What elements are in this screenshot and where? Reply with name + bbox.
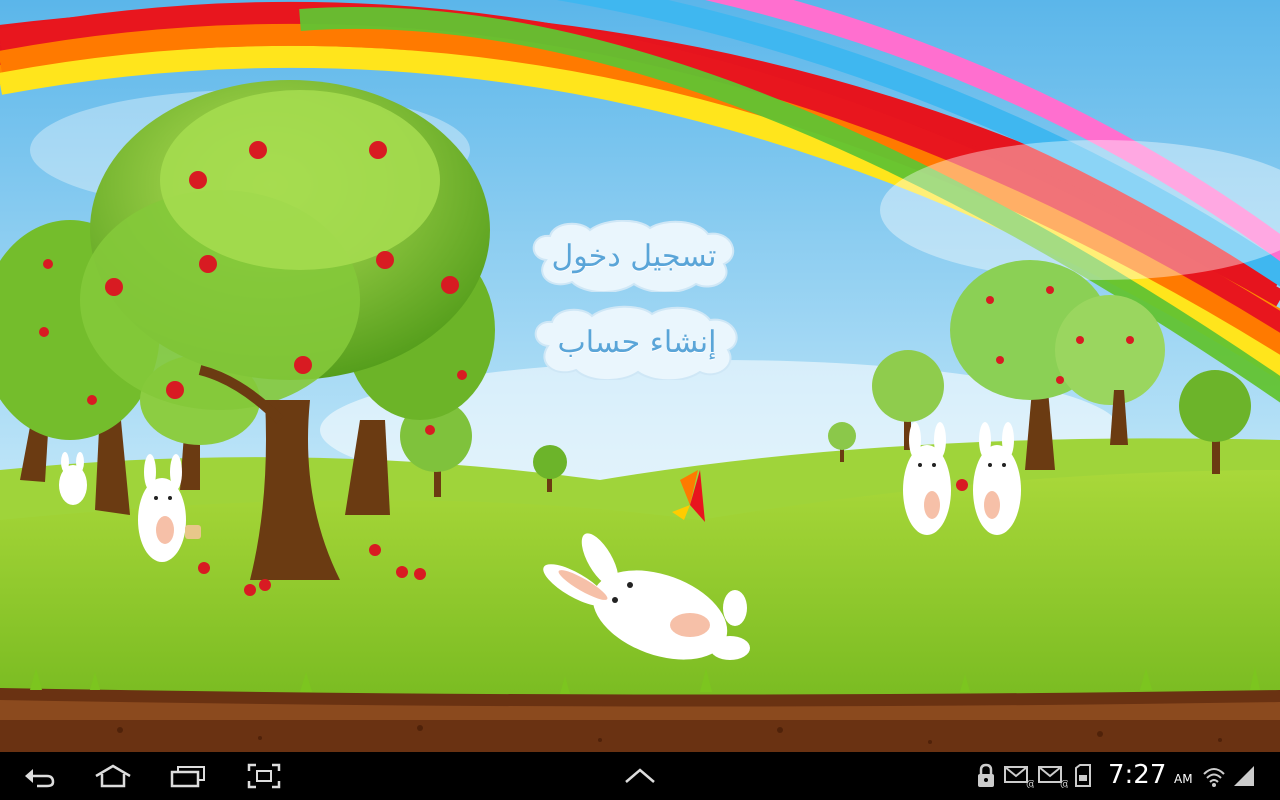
wifi-status xyxy=(1202,762,1226,790)
sd-card-icon xyxy=(1075,764,1091,787)
lock-status xyxy=(976,762,996,790)
status-ampm: AM xyxy=(1174,772,1193,786)
email-notification-2: @ xyxy=(1038,762,1068,790)
email-notification: @ xyxy=(1004,762,1034,790)
svg-text:@: @ xyxy=(1026,779,1034,788)
recent-apps-icon xyxy=(170,766,205,788)
status-clock: 7:27 xyxy=(1108,760,1167,790)
login-button[interactable]: تسجيل دخول xyxy=(528,220,740,292)
svg-text:@: @ xyxy=(1060,779,1068,788)
email-icon: @ xyxy=(1038,766,1068,788)
screenshot-button[interactable] xyxy=(246,762,282,790)
email-icon: @ xyxy=(1004,766,1034,788)
menu-up-button[interactable] xyxy=(622,762,658,790)
game-scene: تسجيل دخول إنشاء حساب xyxy=(0,0,1280,752)
lock-icon xyxy=(978,763,994,787)
recent-apps-button[interactable] xyxy=(168,762,208,790)
home-icon xyxy=(95,764,131,788)
signup-label: إنشاء حساب xyxy=(557,324,717,360)
signup-button[interactable]: إنشاء حساب xyxy=(530,304,744,380)
back-button[interactable] xyxy=(22,762,56,790)
login-label: تسجيل دخول xyxy=(551,238,717,274)
signal-status xyxy=(1232,762,1256,790)
sd-card-status xyxy=(1074,762,1092,790)
wifi-icon xyxy=(1203,768,1225,787)
screenshot-icon xyxy=(247,763,281,789)
home-button[interactable] xyxy=(92,762,134,790)
menu-up-icon xyxy=(625,768,655,783)
system-nav-bar: @ @ xyxy=(0,752,1280,800)
back-icon xyxy=(25,769,55,788)
signal-icon xyxy=(1234,766,1254,786)
